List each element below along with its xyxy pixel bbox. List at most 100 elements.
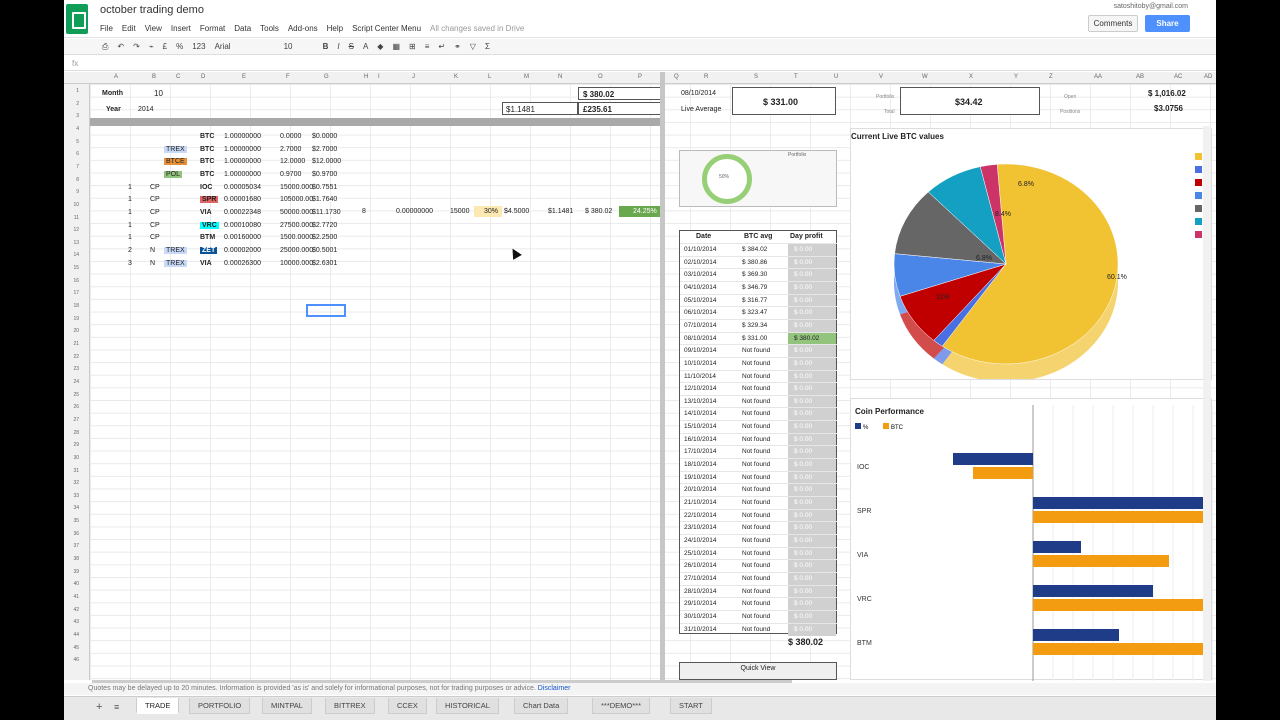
- via-q[interactable]: 24.25%: [619, 206, 661, 217]
- column-header[interactable]: S: [754, 74, 758, 80]
- trade-cell-d[interactable]: BTC: [200, 133, 214, 140]
- via-j[interactable]: 8: [362, 208, 366, 215]
- btc-mid-cell[interactable]: $1.1481: [502, 102, 578, 115]
- trade-cell-g[interactable]: $0.9700: [312, 171, 337, 178]
- italic-icon[interactable]: I: [337, 42, 339, 51]
- trade-cell-f[interactable]: 105000.00: [280, 196, 313, 203]
- column-header[interactable]: O: [598, 74, 603, 80]
- trade-cell-e[interactable]: 0.00022348: [224, 209, 261, 216]
- column-header[interactable]: A: [114, 74, 118, 80]
- trade-cell-a[interactable]: 3: [128, 260, 132, 267]
- portfolio-total-cell[interactable]: $34.42: [900, 87, 1040, 115]
- column-header[interactable]: X: [969, 74, 973, 80]
- row-header[interactable]: 15: [73, 265, 79, 271]
- table-row[interactable]: 18/10/2014 Not found $ 0.00: [680, 458, 837, 472]
- trade-cell-f[interactable]: 0.0000: [280, 133, 301, 140]
- quick-view-header[interactable]: Quick View: [679, 662, 837, 680]
- column-header[interactable]: B: [152, 74, 156, 80]
- row-header[interactable]: 41: [73, 594, 79, 600]
- table-row[interactable]: 27/10/2014 Not found $ 0.00: [680, 571, 837, 585]
- row-header[interactable]: 22: [73, 354, 79, 360]
- pie-chart[interactable]: Current Live BTC values 60.1% 6.8% 11% 8.4%…: [850, 128, 1212, 380]
- row-header[interactable]: 32: [73, 480, 79, 486]
- row-header[interactable]: 38: [73, 556, 79, 562]
- row-header[interactable]: 23: [73, 366, 79, 372]
- selected-cell[interactable]: [306, 304, 346, 317]
- trade-cell-d[interactable]: VRC: [200, 221, 219, 229]
- number-format-button[interactable]: 123: [192, 42, 205, 51]
- table-row[interactable]: 05/10/2014 $ 316.77 $ 0.00: [680, 293, 837, 307]
- strikethrough-icon[interactable]: S: [349, 42, 354, 51]
- table-row[interactable]: 30/10/2014 Not found $ 0.00: [680, 609, 837, 623]
- row-header[interactable]: 31: [73, 468, 79, 474]
- table-row[interactable]: 17/10/2014 Not found $ 0.00: [680, 445, 837, 459]
- table-row[interactable]: 11/10/2014 Not found $ 0.00: [680, 369, 837, 383]
- add-sheet-icon[interactable]: +: [96, 701, 102, 713]
- trade-cell-c[interactable]: TREX: [164, 246, 187, 254]
- undo-icon[interactable]: ↶: [117, 42, 124, 51]
- column-header[interactable]: AA: [1094, 74, 1102, 80]
- table-row[interactable]: 19/10/2014 Not found $ 0.00: [680, 470, 837, 484]
- table-row[interactable]: 26/10/2014 Not found $ 0.00: [680, 559, 837, 573]
- column-header[interactable]: L: [488, 74, 491, 80]
- day-profit-total[interactable]: $ 380.02: [788, 637, 823, 647]
- column-header[interactable]: F: [286, 74, 290, 80]
- row-header[interactable]: 20: [73, 328, 79, 334]
- user-email[interactable]: satoshitoby@gmail.com: [1114, 3, 1188, 10]
- date-cell[interactable]: 08/10/2014: [681, 90, 716, 97]
- trade-cell-f[interactable]: 10000.000: [280, 260, 313, 267]
- table-row[interactable]: 10/10/2014 Not found $ 0.00: [680, 356, 837, 370]
- tab-start[interactable]: START: [670, 698, 712, 714]
- row-header[interactable]: 37: [73, 543, 79, 549]
- via-p[interactable]: $ 380.02: [585, 208, 612, 215]
- column-header[interactable]: N: [558, 74, 562, 80]
- tab-portfolio[interactable]: PORTFOLIO: [189, 698, 251, 714]
- font-size-select[interactable]: 10: [284, 42, 314, 51]
- menu-item-view[interactable]: View: [145, 24, 162, 33]
- trade-cell-a[interactable]: 2: [128, 247, 132, 254]
- all-sheets-icon[interactable]: ≡: [114, 702, 119, 712]
- table-row[interactable]: 23/10/2014 Not found $ 0.00: [680, 521, 837, 535]
- trade-cell-e[interactable]: 1.00000000: [224, 146, 261, 153]
- print-icon[interactable]: ⎙: [102, 42, 108, 52]
- trade-cell-b[interactable]: CP: [150, 209, 160, 216]
- trade-cell-c[interactable]: TREX: [164, 259, 187, 267]
- row-header[interactable]: 11: [74, 215, 79, 221]
- column-header[interactable]: I: [378, 74, 380, 80]
- btc-top-cell[interactable]: $ 380.02: [578, 87, 661, 100]
- row-header[interactable]: 1: [76, 88, 79, 94]
- align-icon[interactable]: ≡: [425, 42, 430, 51]
- row-header[interactable]: 30: [73, 455, 79, 461]
- row-header[interactable]: 10: [73, 202, 79, 208]
- trade-cell-d[interactable]: BTC: [200, 158, 214, 165]
- trade-cell-g[interactable]: $0.0000: [312, 133, 337, 140]
- menu-item-data[interactable]: Data: [234, 24, 251, 33]
- trade-cell-a[interactable]: 1: [128, 184, 132, 191]
- row-header[interactable]: 39: [73, 569, 79, 575]
- trade-cell-g[interactable]: $1.7640: [312, 196, 337, 203]
- month-cell[interactable]: 10: [154, 89, 163, 98]
- row-header[interactable]: 26: [73, 404, 79, 410]
- year-cell[interactable]: 2014: [138, 106, 154, 113]
- tab-bittrex[interactable]: BITTREX: [325, 698, 375, 714]
- column-header[interactable]: K: [454, 74, 458, 80]
- column-header[interactable]: T: [794, 74, 798, 80]
- via-k[interactable]: 0.00000000: [396, 208, 433, 215]
- trade-cell-f[interactable]: 27500.000: [280, 222, 313, 229]
- column-header[interactable]: P: [638, 74, 642, 80]
- percent-format-button[interactable]: %: [176, 42, 183, 51]
- row-header[interactable]: 6: [76, 151, 79, 157]
- column-header[interactable]: V: [879, 74, 883, 80]
- row-header[interactable]: 42: [73, 607, 79, 613]
- disclaimer-link[interactable]: Disclaimer: [538, 685, 571, 692]
- row-header[interactable]: 25: [73, 392, 79, 398]
- trade-cell-e[interactable]: 0.00001680: [224, 196, 261, 203]
- row-header[interactable]: 46: [73, 657, 79, 663]
- table-row[interactable]: 04/10/2014 $ 346.79 $ 0.00: [680, 280, 837, 294]
- menu-item-script-center-menu[interactable]: Script Center Menu: [352, 24, 421, 33]
- column-header[interactable]: R: [704, 74, 708, 80]
- text-color-icon[interactable]: A: [363, 42, 368, 51]
- trade-cell-f[interactable]: 15000.000: [280, 184, 313, 191]
- trade-cell-g[interactable]: $2.6301: [312, 260, 337, 267]
- trade-cell-g[interactable]: $0.7551: [312, 184, 337, 191]
